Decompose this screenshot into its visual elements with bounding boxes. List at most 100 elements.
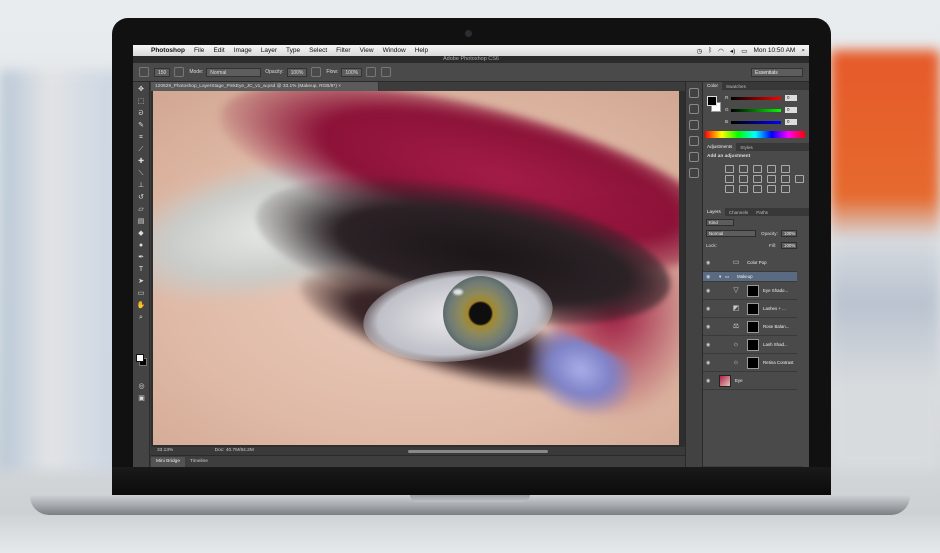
- visibility-eye-icon[interactable]: ◉: [706, 342, 710, 348]
- tab-adjustments[interactable]: Adjustments: [703, 143, 737, 151]
- threshold-icon[interactable]: [753, 185, 762, 193]
- layer-row-makeup[interactable]: ◉ ▾ ▭ Makeup: [703, 272, 797, 282]
- channel-b-slider[interactable]: [731, 121, 781, 124]
- group-expand-icon[interactable]: ▾: [719, 274, 721, 280]
- channel-r-value[interactable]: 0: [785, 95, 797, 101]
- brush-panel-icon[interactable]: [689, 120, 699, 130]
- gradient-map-icon[interactable]: [767, 185, 776, 193]
- path-selection-tool-icon[interactable]: ➤: [137, 277, 146, 286]
- channel-g-value[interactable]: 0: [785, 107, 797, 113]
- vibrance-icon[interactable]: [781, 165, 790, 173]
- tab-mini-bridge[interactable]: Mini Bridge: [151, 456, 185, 467]
- black-white-icon[interactable]: [753, 175, 762, 183]
- menu-view[interactable]: View: [360, 47, 374, 54]
- document-tab[interactable]: 120629_Photoshop_LayerStage_PinkEye_JC_v…: [151, 82, 379, 91]
- layer-row-lash-shadow[interactable]: ◉ ☼ Lash Shad...: [703, 336, 797, 354]
- curves-icon[interactable]: [753, 165, 762, 173]
- hue-saturation-icon[interactable]: [725, 175, 734, 183]
- pen-tool-icon[interactable]: ✒: [137, 253, 146, 262]
- levels-icon[interactable]: [739, 165, 748, 173]
- doc-size-info[interactable]: Doc: 40.7M/84.2M: [215, 448, 254, 453]
- zoom-tool-icon[interactable]: ⌕: [137, 313, 146, 322]
- color-spectrum[interactable]: [705, 131, 805, 138]
- menu-edit[interactable]: Edit: [213, 47, 224, 54]
- mode-select[interactable]: Normal: [206, 67, 262, 77]
- layer-opacity-field[interactable]: 100%: [781, 230, 797, 237]
- tab-layers[interactable]: Layers: [703, 208, 725, 216]
- exposure-icon[interactable]: [767, 165, 776, 173]
- tab-timeline[interactable]: Timeline: [185, 459, 213, 464]
- layer-row-color-pop[interactable]: ◉ ▭ Color Pop: [703, 254, 797, 272]
- horizontal-scrollbar[interactable]: [408, 450, 548, 453]
- clone-stamp-tool-icon[interactable]: ⊥: [137, 181, 146, 190]
- selective-color-icon[interactable]: [781, 185, 790, 193]
- battery-icon[interactable]: ▭: [741, 47, 747, 55]
- wifi-icon[interactable]: ◠: [718, 47, 724, 55]
- visibility-eye-icon[interactable]: ◉: [706, 260, 710, 266]
- character-panel-icon[interactable]: [689, 152, 699, 162]
- layer-mask-thumbnail[interactable]: [747, 285, 759, 297]
- menu-file[interactable]: File: [194, 47, 204, 54]
- brush-tool-preset-icon[interactable]: [139, 67, 149, 77]
- eyedropper-tool-icon[interactable]: ⟋: [137, 145, 146, 154]
- flow-field[interactable]: 100%: [341, 67, 363, 77]
- brightness-contrast-icon[interactable]: [725, 165, 734, 173]
- quick-mask-icon[interactable]: ◎: [137, 382, 146, 391]
- shape-tool-icon[interactable]: ▭: [137, 289, 146, 298]
- layer-row-retina-contrast[interactable]: ◉ ☼ Retina Contrast: [703, 354, 797, 372]
- history-panel-icon[interactable]: [689, 88, 699, 98]
- channel-b-value[interactable]: 0: [785, 119, 797, 125]
- layer-row-eye-shadow[interactable]: ◉ ▽ Eye Shado...: [703, 282, 797, 300]
- color-balance-icon[interactable]: [739, 175, 748, 183]
- layer-row-lashes[interactable]: ◉ ◩ Lashes + ...: [703, 300, 797, 318]
- visibility-eye-icon[interactable]: ◉: [706, 378, 710, 384]
- pressure-size-icon[interactable]: [381, 67, 392, 77]
- layer-row-rose-balance[interactable]: ◉ ⚖ Rose Balan...: [703, 318, 797, 336]
- posterize-icon[interactable]: [739, 185, 748, 193]
- tab-paths[interactable]: Paths: [752, 210, 772, 215]
- visibility-eye-icon[interactable]: ◉: [706, 324, 710, 330]
- time-machine-icon[interactable]: ◷: [697, 47, 703, 55]
- color-panel-foreground-swatch[interactable]: [707, 96, 717, 106]
- layer-filter-kind[interactable]: Kind: [706, 219, 734, 226]
- tab-styles[interactable]: Styles: [736, 145, 757, 150]
- channel-r-slider[interactable]: [731, 97, 781, 100]
- hand-tool-icon[interactable]: ✋: [137, 301, 146, 310]
- blur-tool-icon[interactable]: ◆: [137, 229, 146, 238]
- menu-layer[interactable]: Layer: [261, 47, 277, 54]
- brush-panel-toggle-icon[interactable]: [174, 67, 185, 77]
- menu-type[interactable]: Type: [286, 47, 300, 54]
- layer-blend-mode[interactable]: Normal: [706, 230, 756, 237]
- visibility-eye-icon[interactable]: ◉: [706, 360, 710, 366]
- app-menu[interactable]: Photoshop: [151, 47, 185, 54]
- tab-swatches[interactable]: Swatches: [722, 84, 750, 89]
- pressure-opacity-icon[interactable]: [311, 67, 322, 77]
- opacity-field[interactable]: 100%: [286, 67, 308, 77]
- marquee-tool-icon[interactable]: ⬚: [137, 97, 146, 106]
- channel-mixer-icon[interactable]: [781, 175, 790, 183]
- eraser-tool-icon[interactable]: ▱: [137, 205, 146, 214]
- menu-image[interactable]: Image: [234, 47, 252, 54]
- menu-select[interactable]: Select: [309, 47, 327, 54]
- invert-icon[interactable]: [725, 185, 734, 193]
- layer-mask-thumbnail[interactable]: [747, 303, 759, 315]
- move-tool-icon[interactable]: ✥: [137, 85, 146, 94]
- layer-mask-thumbnail[interactable]: [747, 321, 759, 333]
- quick-select-tool-icon[interactable]: ✎: [137, 121, 146, 130]
- gradient-tool-icon[interactable]: ▤: [137, 217, 146, 226]
- color-lookup-icon[interactable]: [795, 175, 804, 183]
- foreground-color-swatch[interactable]: [136, 354, 144, 362]
- type-tool-icon[interactable]: T: [137, 265, 146, 274]
- menu-filter[interactable]: Filter: [336, 47, 350, 54]
- menu-window[interactable]: Window: [383, 47, 406, 54]
- brush-presets-icon[interactable]: [689, 136, 699, 146]
- layer-mask-thumbnail[interactable]: [747, 339, 759, 351]
- paragraph-panel-icon[interactable]: [689, 168, 699, 178]
- photo-filter-icon[interactable]: [767, 175, 776, 183]
- crop-tool-icon[interactable]: ⌗: [137, 133, 146, 142]
- spotlight-icon[interactable]: ⌕: [801, 47, 805, 55]
- lasso-tool-icon[interactable]: ᘐ: [137, 109, 146, 118]
- visibility-eye-icon[interactable]: ◉: [706, 288, 710, 294]
- layer-mask-thumbnail[interactable]: [747, 357, 759, 369]
- layer-row-eye[interactable]: ◉ Eye: [703, 372, 797, 390]
